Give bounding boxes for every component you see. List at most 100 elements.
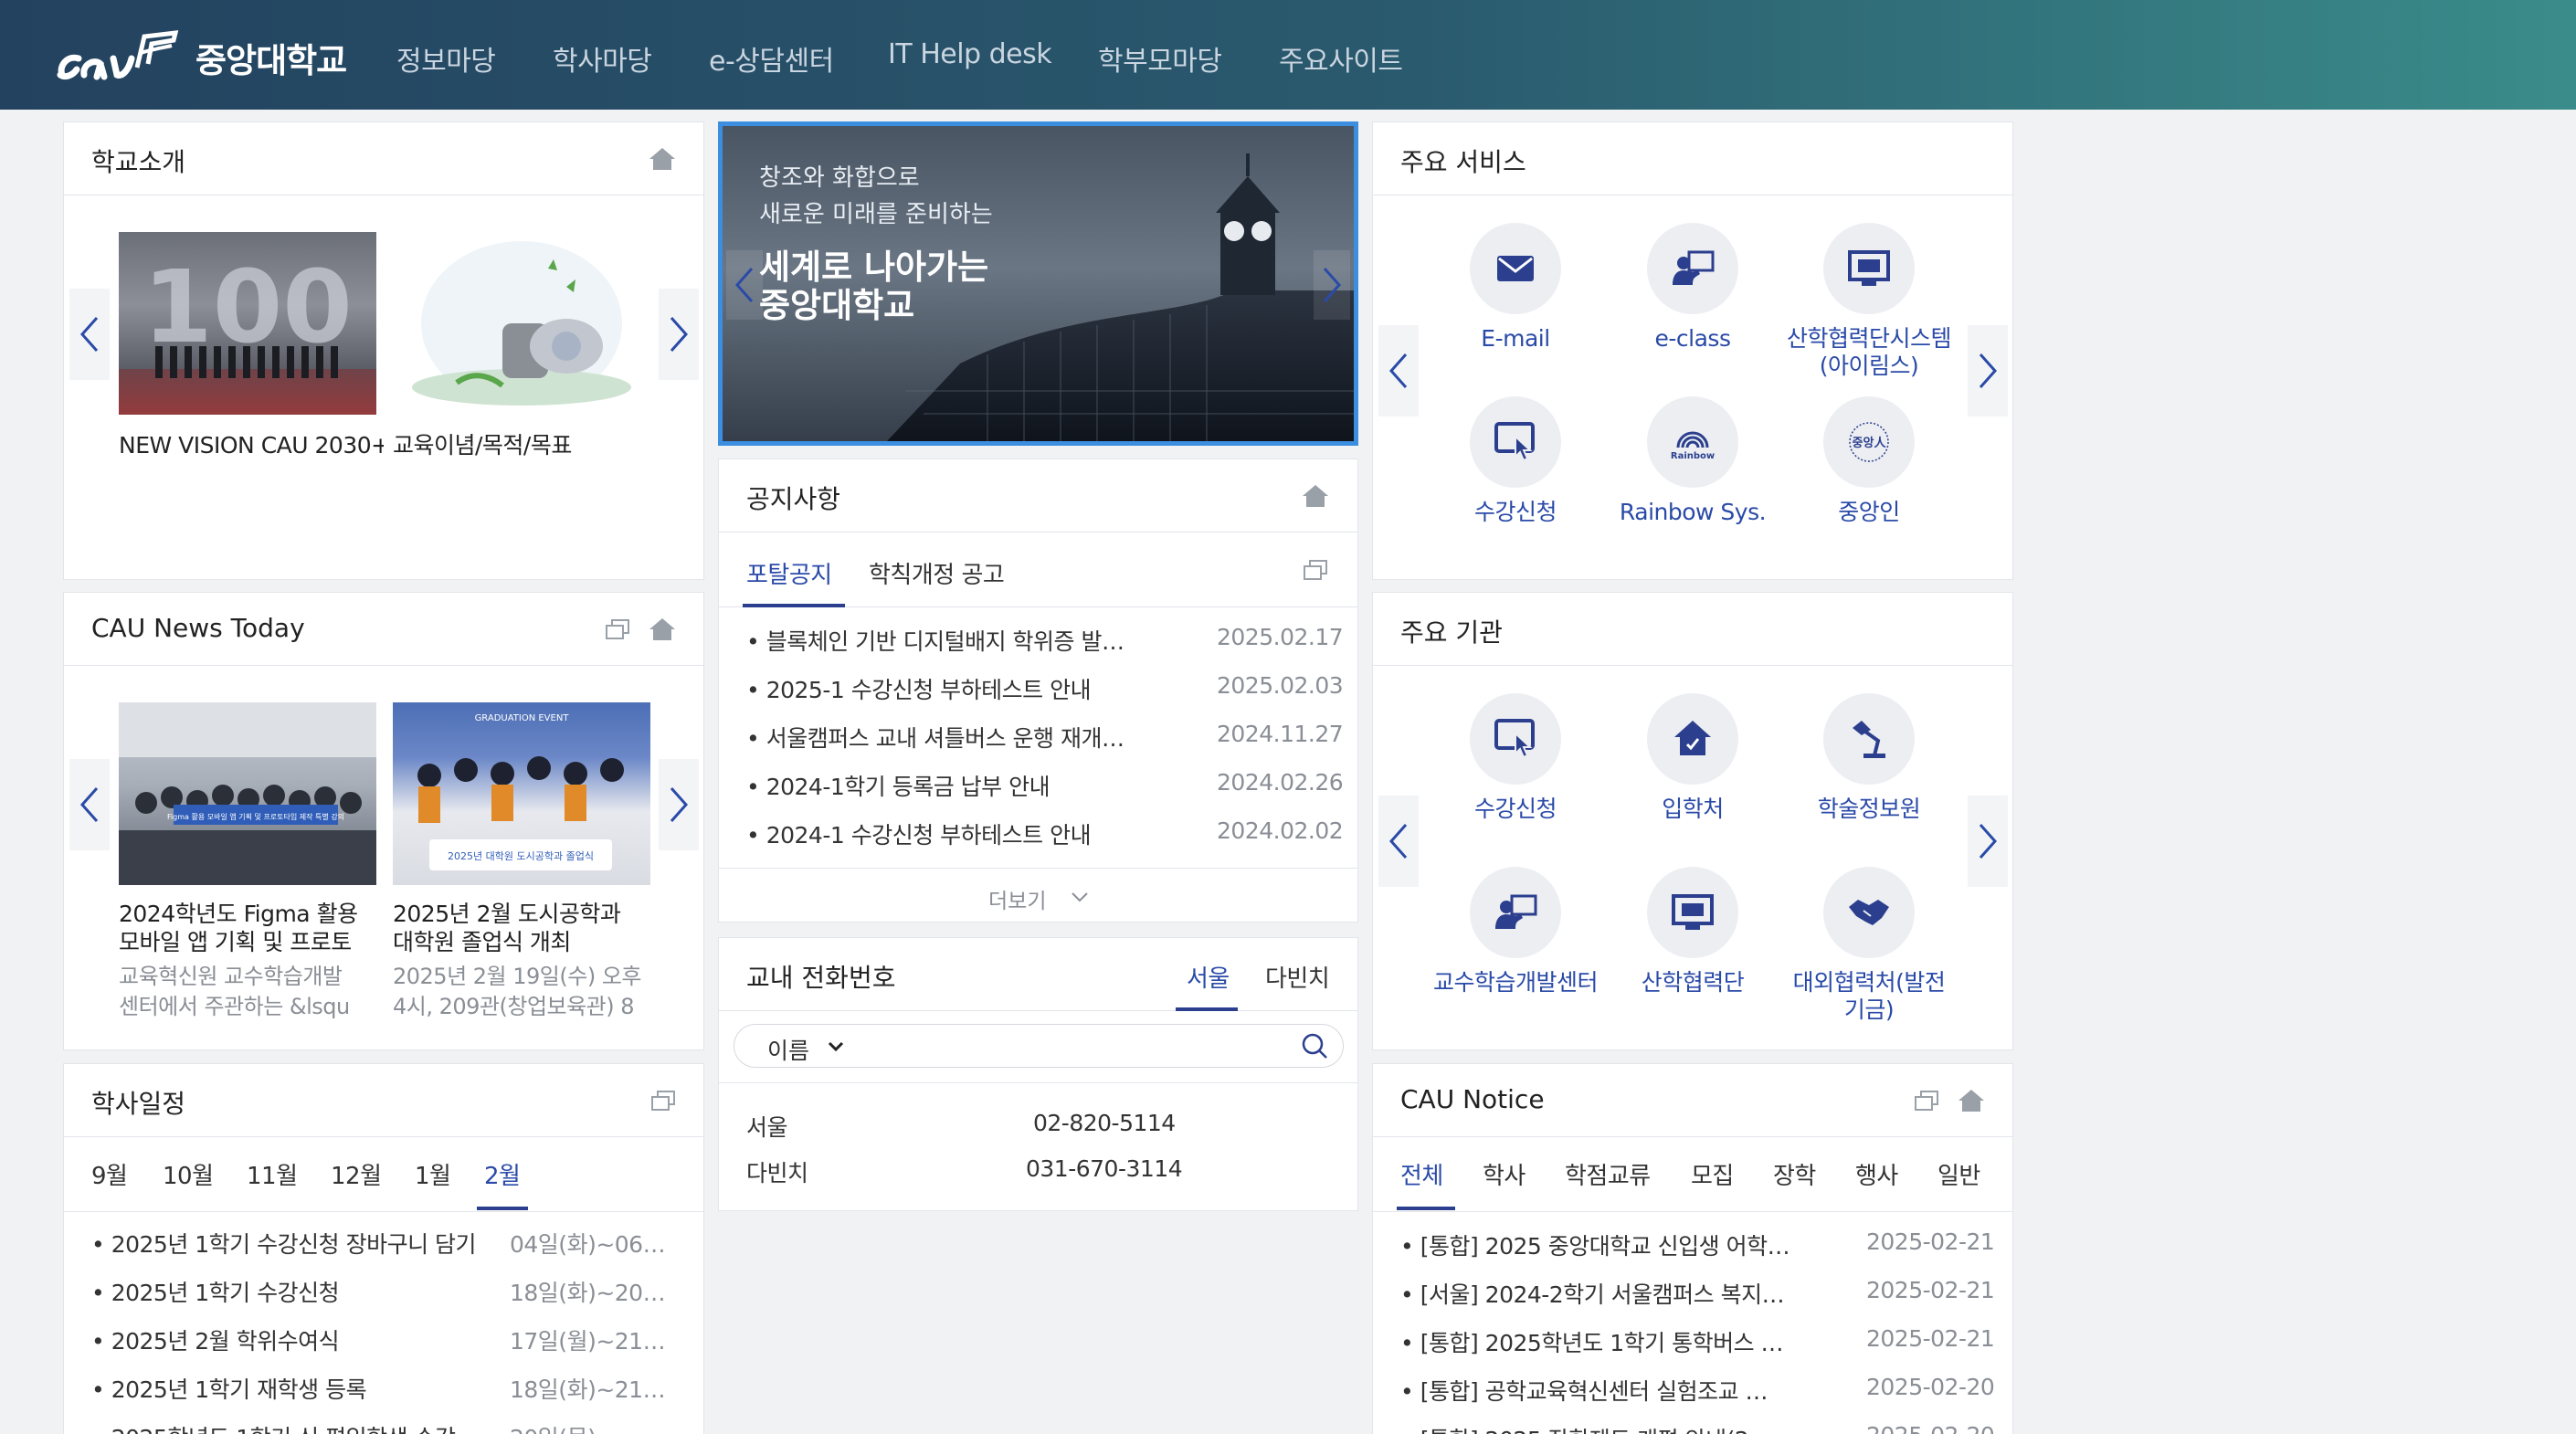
ideal-image[interactable] — [393, 232, 650, 415]
prev-arrow[interactable] — [1378, 796, 1419, 887]
nav-academic[interactable]: 학사마당 — [553, 38, 652, 79]
nav-main-sites[interactable]: 주요사이트 — [1279, 38, 1403, 79]
notice-date: 2024.02.02 — [1217, 817, 1344, 844]
monitor-icon[interactable] — [1823, 223, 1915, 314]
tab-davinci[interactable]: 다빈치 — [1265, 960, 1330, 994]
cauin-icon[interactable]: 중앙人 — [1823, 396, 1915, 488]
nav-it-helpdesk[interactable]: IT Help desk — [888, 38, 1052, 70]
card-title[interactable]: 교육이념/목적/목표 — [393, 431, 658, 459]
click-screen-icon[interactable] — [1470, 396, 1561, 488]
rainbow-icon[interactable]: Rainbow — [1647, 396, 1738, 488]
notice-item[interactable]: • 서울캠퍼스 교내 셔틀버스 운행 재개… — [746, 721, 1139, 754]
eclass-icon[interactable] — [1647, 223, 1738, 314]
notice-item[interactable]: • 블록체인 기반 디지털배지 학위증 발… — [746, 624, 1139, 657]
mail-icon[interactable] — [1470, 223, 1561, 314]
org-label[interactable]: 산학협력단 — [1592, 969, 1793, 996]
service-label[interactable]: E-mail — [1415, 325, 1616, 353]
vision-image[interactable]: 100 — [119, 232, 376, 415]
tab-portal-notice[interactable]: 포탈공지 — [746, 556, 832, 590]
prev-arrow[interactable] — [1378, 325, 1419, 416]
phone-number[interactable]: 02-820-5114 — [1033, 1110, 1176, 1136]
handshake-icon[interactable] — [1823, 867, 1915, 958]
org-label[interactable]: 학술정보원 — [1768, 796, 1969, 823]
cau-notice-item[interactable]: • [통합] 2025학년도 1학기 통학버스 … — [1400, 1325, 1811, 1358]
home-icon[interactable] — [1302, 483, 1329, 509]
news-photo[interactable]: Figma 활용 모바일 앱 기획 및 프로토타입 제작 특별 강의 — [119, 702, 376, 885]
next-arrow[interactable] — [659, 759, 699, 850]
nav-info[interactable]: 정보마당 — [396, 38, 496, 79]
notice-item[interactable]: • 2024-1학기 등록금 납부 안내 — [746, 769, 1139, 802]
schedule-item[interactable]: • 2025년 1학기 수강신청 — [91, 1275, 530, 1308]
tab-credit-exchange[interactable]: 학점교류 — [1565, 1157, 1651, 1191]
tab-general[interactable]: 일반 — [1937, 1157, 1980, 1191]
org-label[interactable]: 대외협력처(발전 기금) — [1768, 969, 1969, 1024]
hero-next-arrow[interactable] — [1314, 250, 1350, 320]
tab-recruit[interactable]: 모집 — [1691, 1157, 1734, 1191]
more-button[interactable]: 더보기 — [719, 868, 1357, 923]
cau-logo[interactable] — [57, 22, 180, 88]
next-arrow[interactable] — [1968, 325, 2008, 416]
new-window-icon[interactable] — [1304, 560, 1327, 580]
search-icon[interactable] — [1301, 1032, 1328, 1060]
home-icon[interactable] — [1958, 1088, 1985, 1113]
schedule-item[interactable]: • 2025년 1학기 재학생 등록 — [91, 1372, 530, 1405]
click-screen-icon[interactable] — [1470, 693, 1561, 785]
lamp-icon[interactable] — [1823, 693, 1915, 785]
cau-notice-item[interactable]: • [통합] 2025 중앙대학교 신입생 어학… — [1400, 1228, 1811, 1261]
service-label[interactable]: 중앙인 — [1768, 499, 1969, 526]
month-tab[interactable]: 12월 — [331, 1157, 382, 1191]
service-label[interactable]: 수강신청 — [1415, 499, 1616, 526]
schedule-item[interactable]: • 2025학년도 1학기 신·편입학생 수강 — [91, 1420, 530, 1434]
month-tab[interactable]: 9월 — [91, 1157, 128, 1191]
phone-search-box[interactable]: 이름 — [734, 1024, 1344, 1068]
university-name[interactable]: 중앙대학교 — [195, 33, 347, 82]
prev-arrow[interactable] — [69, 289, 110, 380]
news-title[interactable]: 2025년 2월 도시공학과 대학원 졸업식 개최 — [393, 900, 653, 960]
next-arrow[interactable] — [1968, 796, 2008, 887]
new-window-icon[interactable] — [1915, 1091, 1938, 1111]
tab-event[interactable]: 행사 — [1855, 1157, 1898, 1191]
tab-scholarship[interactable]: 장학 — [1773, 1157, 1816, 1191]
org-label[interactable]: 입학처 — [1592, 796, 1793, 823]
phone-number[interactable]: 031-670-3114 — [1026, 1155, 1182, 1182]
tab-all[interactable]: 전체 — [1400, 1157, 1443, 1191]
prev-arrow[interactable] — [69, 759, 110, 850]
nav-parents[interactable]: 학부모마당 — [1098, 38, 1222, 79]
card-title[interactable]: NEW VISION CAU 2030+ — [119, 431, 384, 459]
tab-academic[interactable]: 학사 — [1483, 1157, 1526, 1191]
service-label[interactable]: 산학협력단시스템 (아이림스) — [1768, 325, 1969, 380]
home-icon[interactable] — [649, 146, 676, 172]
service-label[interactable]: Rainbow Sys. — [1592, 499, 1793, 526]
new-window-icon[interactable] — [651, 1091, 675, 1111]
nav-counseling[interactable]: e-상담센터 — [709, 38, 834, 79]
org-label[interactable]: 교수학습개발센터 — [1415, 969, 1616, 996]
house-icon[interactable] — [1647, 693, 1738, 785]
month-tab[interactable]: 11월 — [247, 1157, 298, 1191]
panel-title: 교내 전화번호 — [746, 963, 896, 993]
service-label[interactable]: e-class — [1592, 325, 1793, 353]
name-select[interactable]: 이름 — [767, 1033, 809, 1066]
notice-item[interactable]: • 2025-1 수강신청 부하테스트 안내 — [746, 672, 1139, 705]
schedule-item[interactable]: • 2025년 2월 학위수여식 — [91, 1323, 530, 1356]
monitor-icon[interactable] — [1647, 867, 1738, 958]
schedule-item[interactable]: • 2025년 1학기 수강신청 장바구니 담기 — [91, 1227, 530, 1260]
cau-notice-item[interactable]: • [통합] 2025 장학제도 개편 안내(2… — [1400, 1422, 1811, 1434]
month-tab[interactable]: 10월 — [163, 1157, 214, 1191]
hero-prev-arrow[interactable] — [726, 250, 763, 320]
next-arrow[interactable] — [659, 289, 699, 380]
cau-notice-item[interactable]: • [통합] 공학교육혁신센터 실험조교 … — [1400, 1374, 1811, 1407]
hero-banner[interactable]: 창조와 화합으로 새로운 미래를 준비하는 세계로 나아가는 중앙대학교 — [718, 121, 1358, 446]
org-label[interactable]: 수강신청 — [1415, 796, 1616, 823]
notice-item[interactable]: • 2024-1 수강신청 부하테스트 안내 — [746, 817, 1139, 850]
home-icon[interactable] — [649, 617, 676, 642]
phone-panel: 교내 전화번호 서울 다빈치 이름 서울 02-820-5114 다빈치 031… — [718, 937, 1358, 1211]
month-tab-active[interactable]: 2월 — [484, 1157, 521, 1191]
news-title[interactable]: 2024학년도 Figma 활용 모바일 앱 기획 및 프로토 — [119, 900, 379, 960]
tab-regulation-notice[interactable]: 학칙개정 공고 — [869, 556, 1005, 590]
news-photo[interactable]: GRADUATION EVENT 2025년 대학원 도시공학과 졸업식 — [393, 702, 650, 885]
month-tab[interactable]: 1월 — [415, 1157, 451, 1191]
cau-notice-item[interactable]: • [서울] 2024-2학기 서울캠퍼스 복지… — [1400, 1277, 1811, 1310]
new-window-icon[interactable] — [606, 619, 629, 639]
tab-seoul[interactable]: 서울 — [1187, 960, 1230, 994]
teacher-icon[interactable] — [1470, 867, 1561, 958]
